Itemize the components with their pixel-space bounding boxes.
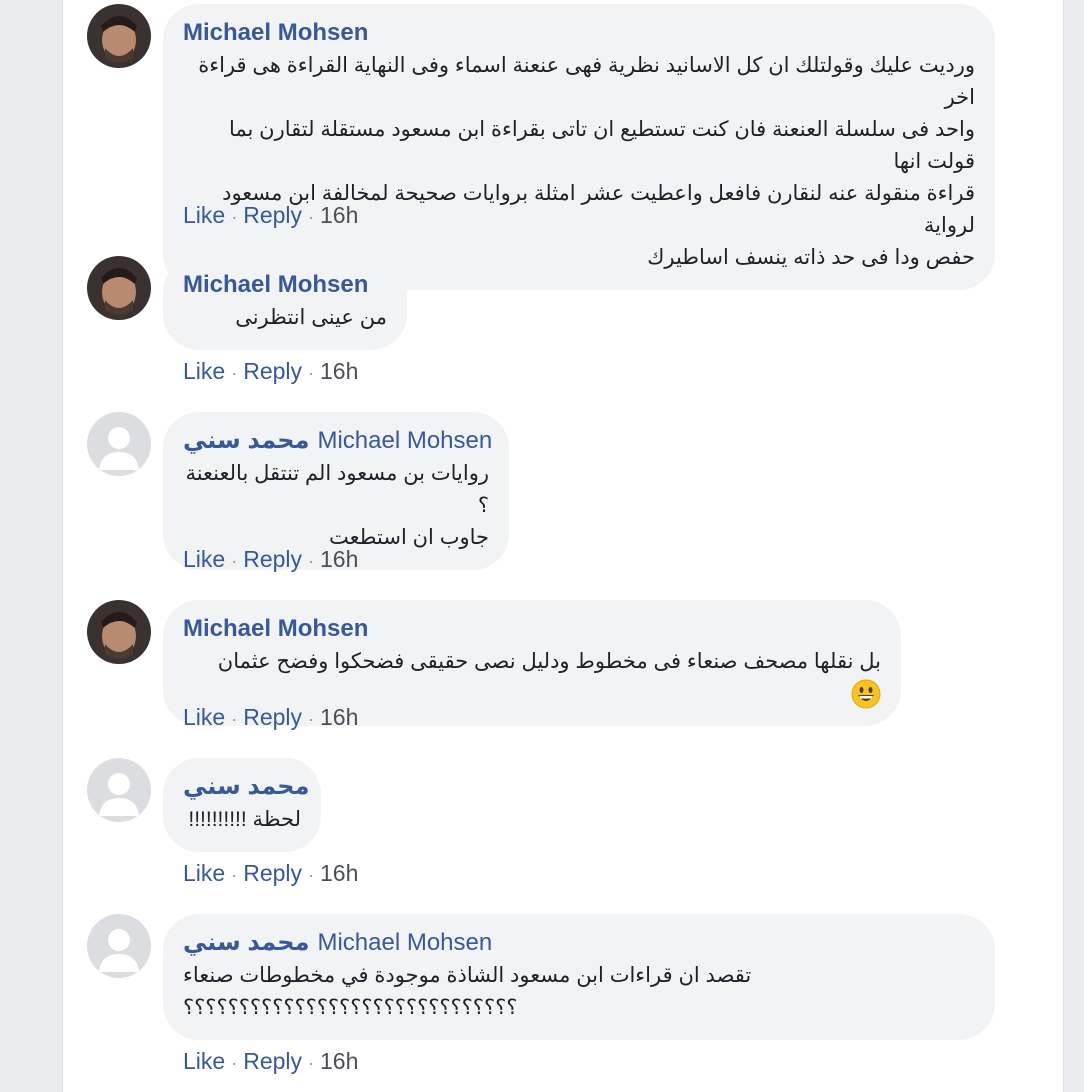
comment-actions: Like · Reply · 16h <box>183 546 358 573</box>
like-link[interactable]: Like <box>183 860 225 886</box>
timestamp[interactable]: 16h <box>320 860 358 886</box>
tagged-user[interactable]: Michael Mohsen <box>317 427 492 454</box>
like-link[interactable]: Like <box>183 704 225 730</box>
comment-text: روايات بن مسعود الم تنتقل بالعنعنة ؟ <box>185 462 489 517</box>
reply-link[interactable]: Reply <box>243 704 302 730</box>
author-name[interactable]: محمد سني <box>183 929 309 956</box>
reply-link[interactable]: Reply <box>243 546 302 572</box>
author-name[interactable]: محمد سني <box>183 427 309 454</box>
grinning-face-icon <box>851 679 881 709</box>
author-name[interactable]: Michael Mohsen <box>183 615 368 642</box>
comments-panel: Michael Mohsen ورديت عليك وقولتلك ان كل … <box>62 0 1064 1092</box>
tagged-user[interactable]: Michael Mohsen <box>317 929 492 956</box>
comment-text: لحظة !!!!!!!!!! <box>188 808 301 831</box>
author-name[interactable]: Michael Mohsen <box>183 19 368 46</box>
comment-text: ورديت عليك وقولتلك ان كل الاسانيد نظرية … <box>198 54 975 109</box>
author-name[interactable]: محمد سني <box>183 773 309 800</box>
comment-actions: Like · Reply · 16h <box>183 1048 358 1075</box>
comment-bubble: محمد سني لحظة !!!!!!!!!! <box>163 758 321 852</box>
avatar[interactable] <box>87 758 151 822</box>
reply-link[interactable]: Reply <box>243 860 302 886</box>
separator: · <box>308 551 315 571</box>
timestamp[interactable]: 16h <box>320 1048 358 1074</box>
timestamp[interactable]: 16h <box>320 202 358 228</box>
avatar[interactable] <box>87 412 151 476</box>
comment-actions: Like · Reply · 16h <box>183 704 358 731</box>
timestamp[interactable]: 16h <box>320 358 358 384</box>
comment-bubble: محمد سني Michael Mohsen تقصد ان قراءات اب… <box>163 914 995 1040</box>
separator: · <box>231 709 238 729</box>
separator: · <box>308 363 315 383</box>
comment-text: ؟؟؟؟؟؟؟؟؟؟؟؟؟؟؟؟؟؟؟؟؟؟؟؟؟؟؟؟؟؟ <box>183 996 518 1019</box>
timestamp[interactable]: 16h <box>320 704 358 730</box>
avatar[interactable] <box>87 4 151 68</box>
reply-link[interactable]: Reply <box>243 358 302 384</box>
separator: · <box>308 207 315 227</box>
reply-link[interactable]: Reply <box>243 1048 302 1074</box>
timestamp[interactable]: 16h <box>320 546 358 572</box>
like-link[interactable]: Like <box>183 358 225 384</box>
separator: · <box>231 551 238 571</box>
separator: · <box>308 709 315 729</box>
author-name[interactable]: Michael Mohsen <box>183 271 368 298</box>
comment-text: واحد فى سلسلة العنعنة فان كنت تستطيع ان … <box>228 118 975 173</box>
comment-text: من عينى انتظرنى <box>235 306 387 329</box>
avatar[interactable] <box>87 914 151 978</box>
comment-bubble: Michael Mohsen ورديت عليك وقولتلك ان كل … <box>163 4 995 290</box>
separator: · <box>308 1053 315 1073</box>
comment-text: بل نقلها مصحف صنعاء فى مخطوط ودليل نصى ح… <box>217 650 881 673</box>
separator: · <box>231 865 238 885</box>
comment-bubble: Michael Mohsen من عينى انتظرنى <box>163 256 407 350</box>
like-link[interactable]: Like <box>183 546 225 572</box>
comment-actions: Like · Reply · 16h <box>183 202 358 229</box>
separator: · <box>308 865 315 885</box>
comment-actions: Like · Reply · 16h <box>183 860 358 887</box>
separator: · <box>231 363 238 383</box>
reply-link[interactable]: Reply <box>243 202 302 228</box>
separator: · <box>231 1053 238 1073</box>
comment-text: تقصد ان قراءات ابن مسعود الشاذة موجودة ف… <box>183 964 752 987</box>
avatar[interactable] <box>87 600 151 664</box>
like-link[interactable]: Like <box>183 1048 225 1074</box>
avatar[interactable] <box>87 256 151 320</box>
comment-actions: Like · Reply · 16h <box>183 358 358 385</box>
separator: · <box>231 207 238 227</box>
like-link[interactable]: Like <box>183 202 225 228</box>
